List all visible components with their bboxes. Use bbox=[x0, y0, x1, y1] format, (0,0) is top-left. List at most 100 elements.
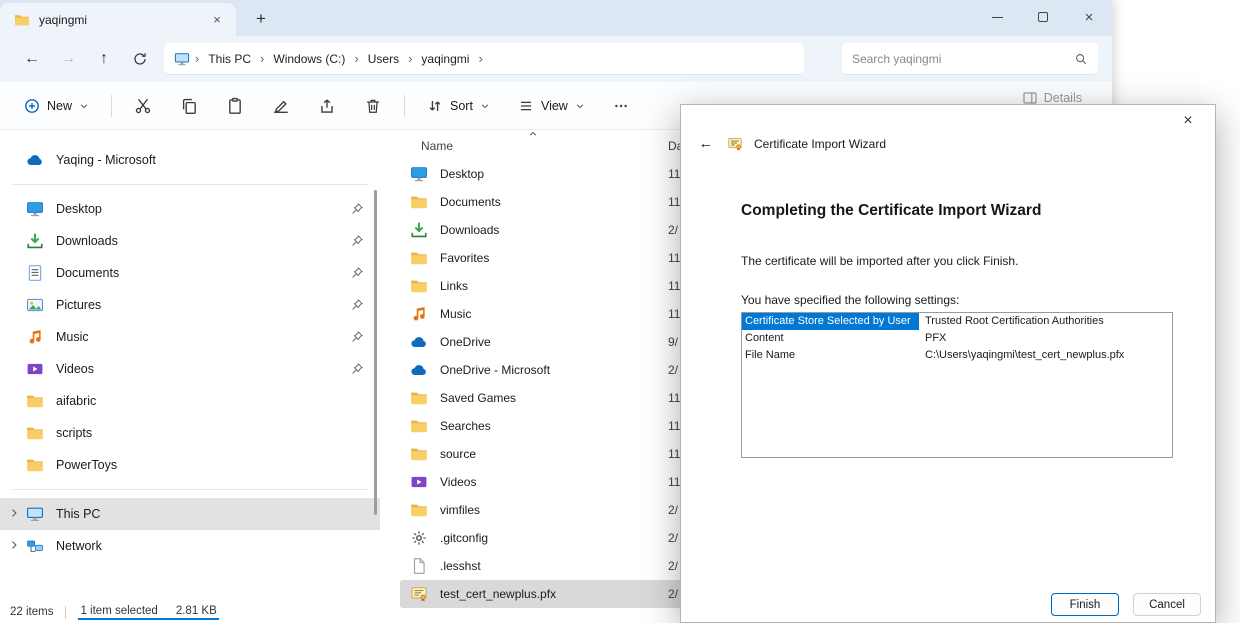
wizard-description: The certificate will be imported after y… bbox=[741, 254, 1173, 268]
folder-icon bbox=[410, 417, 428, 435]
download-icon bbox=[410, 221, 428, 239]
breadcrumb-item-users[interactable]: Users bbox=[364, 52, 403, 66]
chevron-right-icon: › bbox=[403, 51, 417, 66]
sidebar-item-downloads[interactable]: Downloads bbox=[0, 225, 380, 257]
items-count: 22 items bbox=[10, 606, 65, 618]
sidebar-item-aifabric[interactable]: aifabric bbox=[0, 385, 380, 417]
refresh-button[interactable] bbox=[122, 42, 158, 76]
certificate-icon bbox=[410, 585, 428, 603]
new-label: New bbox=[47, 99, 72, 113]
sidebar-item-label: Desktop bbox=[56, 202, 102, 216]
sidebar-item-videos[interactable]: Videos bbox=[0, 353, 380, 385]
up-button[interactable]: ↑ bbox=[86, 42, 122, 76]
setting-value: Trusted Root Certification Authorities bbox=[919, 313, 1172, 330]
file-name: source bbox=[440, 447, 476, 461]
sidebar-item-pictures[interactable]: Pictures bbox=[0, 289, 380, 321]
wizard-back-button[interactable]: ← bbox=[696, 135, 716, 152]
chevron-right-icon bbox=[8, 507, 20, 519]
chevron-right-icon bbox=[8, 539, 20, 551]
view-label: View bbox=[541, 99, 568, 113]
file-date: 11 bbox=[668, 447, 680, 461]
back-button[interactable]: ← bbox=[14, 42, 50, 76]
explorer-tab[interactable]: yaqingmi × bbox=[0, 3, 236, 36]
file-name: Music bbox=[440, 307, 471, 321]
certificate-import-wizard-dialog: × ← Certificate Import Wizard Completing… bbox=[680, 104, 1216, 623]
file-date: 11 bbox=[668, 307, 680, 321]
delete-button[interactable] bbox=[358, 91, 388, 121]
sort-button[interactable]: Sort bbox=[421, 92, 496, 120]
file-name: Links bbox=[440, 279, 468, 293]
maximize-button[interactable] bbox=[1020, 0, 1066, 34]
sidebar-item-powertoys[interactable]: PowerToys bbox=[0, 449, 380, 481]
paste-button[interactable] bbox=[220, 91, 250, 121]
file-date: 11 bbox=[668, 167, 680, 181]
sidebar-item-music[interactable]: Music bbox=[0, 321, 380, 353]
sidebar-divider bbox=[12, 184, 368, 185]
folder-icon bbox=[26, 424, 44, 442]
share-icon bbox=[318, 97, 336, 115]
sidebar-item-this-pc[interactable]: This PC bbox=[0, 498, 380, 530]
sidebar-item-scripts[interactable]: scripts bbox=[0, 417, 380, 449]
file-name: Searches bbox=[440, 419, 491, 433]
sidebar-item-documents[interactable]: Documents bbox=[0, 257, 380, 289]
sidebar-item-desktop[interactable]: Desktop bbox=[0, 193, 380, 225]
forward-button[interactable]: → bbox=[50, 42, 86, 76]
sidebar-item-label: aifabric bbox=[56, 394, 96, 408]
pin-icon bbox=[350, 362, 364, 376]
settings-table[interactable]: Certificate Store Selected by UserTruste… bbox=[741, 312, 1173, 458]
refresh-icon bbox=[132, 51, 148, 67]
chevron-right-icon: › bbox=[255, 51, 269, 66]
view-button[interactable]: View bbox=[512, 92, 591, 120]
desktop-icon bbox=[26, 200, 44, 218]
setting-row[interactable]: Certificate Store Selected by UserTruste… bbox=[742, 313, 1172, 330]
setting-row[interactable]: ContentPFX bbox=[742, 330, 1172, 347]
breadcrumb-item-this-pc[interactable]: This PC bbox=[204, 52, 255, 66]
this-pc-icon bbox=[26, 505, 44, 523]
setting-value: PFX bbox=[919, 330, 1172, 347]
file-name: OneDrive - Microsoft bbox=[440, 363, 550, 377]
share-button[interactable] bbox=[312, 91, 342, 121]
sidebar-item-label: This PC bbox=[56, 507, 100, 521]
breadcrumb-item-yaqingmi[interactable]: yaqingmi bbox=[417, 52, 473, 66]
finish-button[interactable]: Finish bbox=[1051, 593, 1119, 616]
copy-button[interactable] bbox=[174, 91, 204, 121]
file-date: 11 bbox=[668, 279, 680, 293]
folder-icon bbox=[410, 193, 428, 211]
address-bar[interactable]: › This PC›Windows (C:)›Users›yaqingmi› bbox=[164, 43, 804, 75]
minimize-button[interactable] bbox=[974, 0, 1020, 34]
column-header-name[interactable]: Name bbox=[421, 139, 453, 153]
breadcrumb: This PC›Windows (C:)›Users›yaqingmi› bbox=[204, 51, 487, 66]
more-options-button[interactable] bbox=[607, 92, 635, 120]
folder-icon bbox=[410, 389, 428, 407]
setting-row[interactable]: File NameC:\Users\yaqingmi\test_cert_new… bbox=[742, 347, 1172, 364]
dialog-close-button[interactable]: × bbox=[1171, 109, 1205, 133]
sidebar: Yaqing - Microsoft Desktop Downloads Docum… bbox=[0, 130, 380, 601]
cancel-button[interactable]: Cancel bbox=[1133, 593, 1201, 616]
breadcrumb-item-windows-c[interactable]: Windows (C:) bbox=[269, 52, 349, 66]
file-icon bbox=[410, 557, 428, 575]
folder-icon bbox=[14, 12, 30, 28]
file-date: 11 bbox=[668, 251, 680, 265]
sidebar-item-network[interactable]: Network bbox=[0, 530, 380, 562]
folder-icon bbox=[26, 456, 44, 474]
new-button[interactable]: New bbox=[18, 92, 95, 120]
sidebar-quick-access: Desktop Downloads Documents Pictures MusicVi… bbox=[0, 193, 380, 481]
window-controls: × bbox=[974, 0, 1112, 36]
file-date: 2/ bbox=[668, 363, 678, 377]
cut-button[interactable] bbox=[128, 91, 158, 121]
close-button[interactable]: × bbox=[1066, 0, 1112, 34]
rename-icon bbox=[272, 97, 290, 115]
rename-button[interactable] bbox=[266, 91, 296, 121]
gear-icon bbox=[410, 529, 428, 547]
sidebar-item-onedrive[interactable]: Yaqing - Microsoft bbox=[0, 144, 380, 176]
sidebar-scrollbar[interactable] bbox=[374, 190, 377, 515]
search-input[interactable] bbox=[852, 52, 1074, 66]
search-box[interactable] bbox=[842, 43, 1098, 75]
sidebar-item-label: Pictures bbox=[56, 298, 101, 312]
tab-close-icon[interactable]: × bbox=[208, 11, 226, 29]
sidebar-item-label: Documents bbox=[56, 266, 119, 280]
new-tab-button[interactable]: + bbox=[246, 4, 276, 34]
dialog-footer: Finish Cancel bbox=[1051, 593, 1201, 616]
chevron-right-icon: › bbox=[473, 51, 487, 66]
sort-icon bbox=[427, 98, 443, 114]
